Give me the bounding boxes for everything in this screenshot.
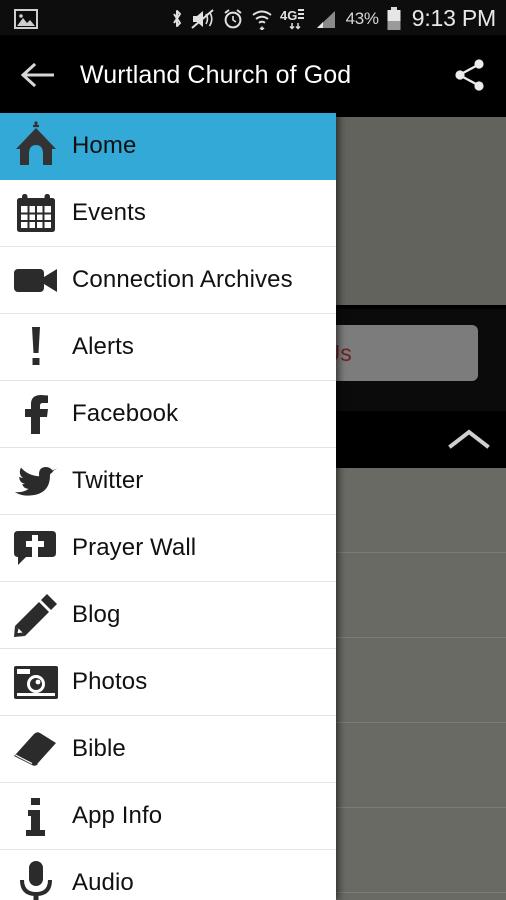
battery-percent-label: 43%	[345, 8, 379, 28]
drawer-item-label: Facebook	[72, 400, 179, 427]
pencil-icon	[0, 582, 72, 649]
drawer-item-label: Bible	[72, 735, 126, 762]
image-icon	[14, 8, 38, 29]
clock-label: 9:13 PM	[411, 5, 496, 31]
drawer-item-label: Audio	[72, 869, 134, 896]
navigation-drawer[interactable]: Home Events Connection Archives Alerts F…	[0, 113, 336, 900]
twitter-icon	[0, 448, 72, 515]
status-bar-left-icons	[14, 8, 38, 29]
drawer-item-home[interactable]: Home	[0, 113, 336, 180]
drawer-item-photos[interactable]: Photos	[0, 649, 336, 716]
church-icon	[0, 113, 72, 180]
exclamation-icon	[0, 314, 72, 381]
drawer-item-label: Alerts	[72, 333, 134, 360]
drawer-item-blog[interactable]: Blog	[0, 582, 336, 649]
prayer-cross-icon	[0, 515, 72, 582]
drawer-item-alerts[interactable]: Alerts	[0, 314, 336, 381]
calendar-icon	[0, 180, 72, 247]
drawer-item-label: Photos	[72, 668, 148, 695]
drawer-item-label: Prayer Wall	[72, 534, 197, 561]
cell-signal-icon	[315, 8, 339, 30]
drawer-item-label: Connection Archives	[72, 266, 293, 293]
drawer-item-audio[interactable]: Audio	[0, 850, 336, 900]
bluetooth-icon	[170, 8, 184, 30]
alarm-icon	[222, 8, 244, 30]
book-icon	[0, 716, 72, 783]
drawer-item-bible[interactable]: Bible	[0, 716, 336, 783]
drawer-item-label: Events	[72, 199, 146, 226]
drawer-item-app-info[interactable]: App Info	[0, 783, 336, 850]
share-icon[interactable]	[452, 58, 488, 92]
back-arrow-icon[interactable]	[18, 60, 58, 90]
camera-icon	[0, 649, 72, 716]
drawer-item-label: Twitter	[72, 467, 144, 494]
facebook-icon	[0, 381, 72, 448]
phone-screen: 4G 43% 9:13 PM Wurtland Church of God Us…	[0, 0, 506, 900]
drawer-item-label: App Info	[72, 802, 163, 829]
wifi-icon	[251, 8, 273, 30]
drawer-item-twitter[interactable]: Twitter	[0, 448, 336, 515]
page-title: Wurtland Church of God	[80, 60, 352, 89]
microphone-icon	[0, 850, 72, 900]
drawer-item-facebook[interactable]: Facebook	[0, 381, 336, 448]
status-bar: 4G 43% 9:13 PM	[0, 0, 506, 37]
drawer-item-label: Home	[72, 132, 137, 159]
drawer-item-label: Blog	[72, 601, 121, 628]
drawer-item-connection-archives[interactable]: Connection Archives	[0, 247, 336, 314]
info-icon	[0, 783, 72, 850]
chevron-up-icon[interactable]	[442, 419, 496, 459]
volume-mute-icon	[190, 8, 215, 30]
video-camera-icon	[0, 247, 72, 314]
drawer-item-prayer-wall[interactable]: Prayer Wall	[0, 515, 336, 582]
drawer-item-events[interactable]: Events	[0, 180, 336, 247]
battery-icon	[386, 6, 402, 31]
4g-lte-icon: 4G	[280, 8, 308, 30]
svg-text:4G: 4G	[280, 8, 297, 23]
status-bar-right-icons: 4G 43% 9:13 PM	[170, 5, 496, 32]
action-bar: Wurtland Church of God	[0, 37, 506, 113]
